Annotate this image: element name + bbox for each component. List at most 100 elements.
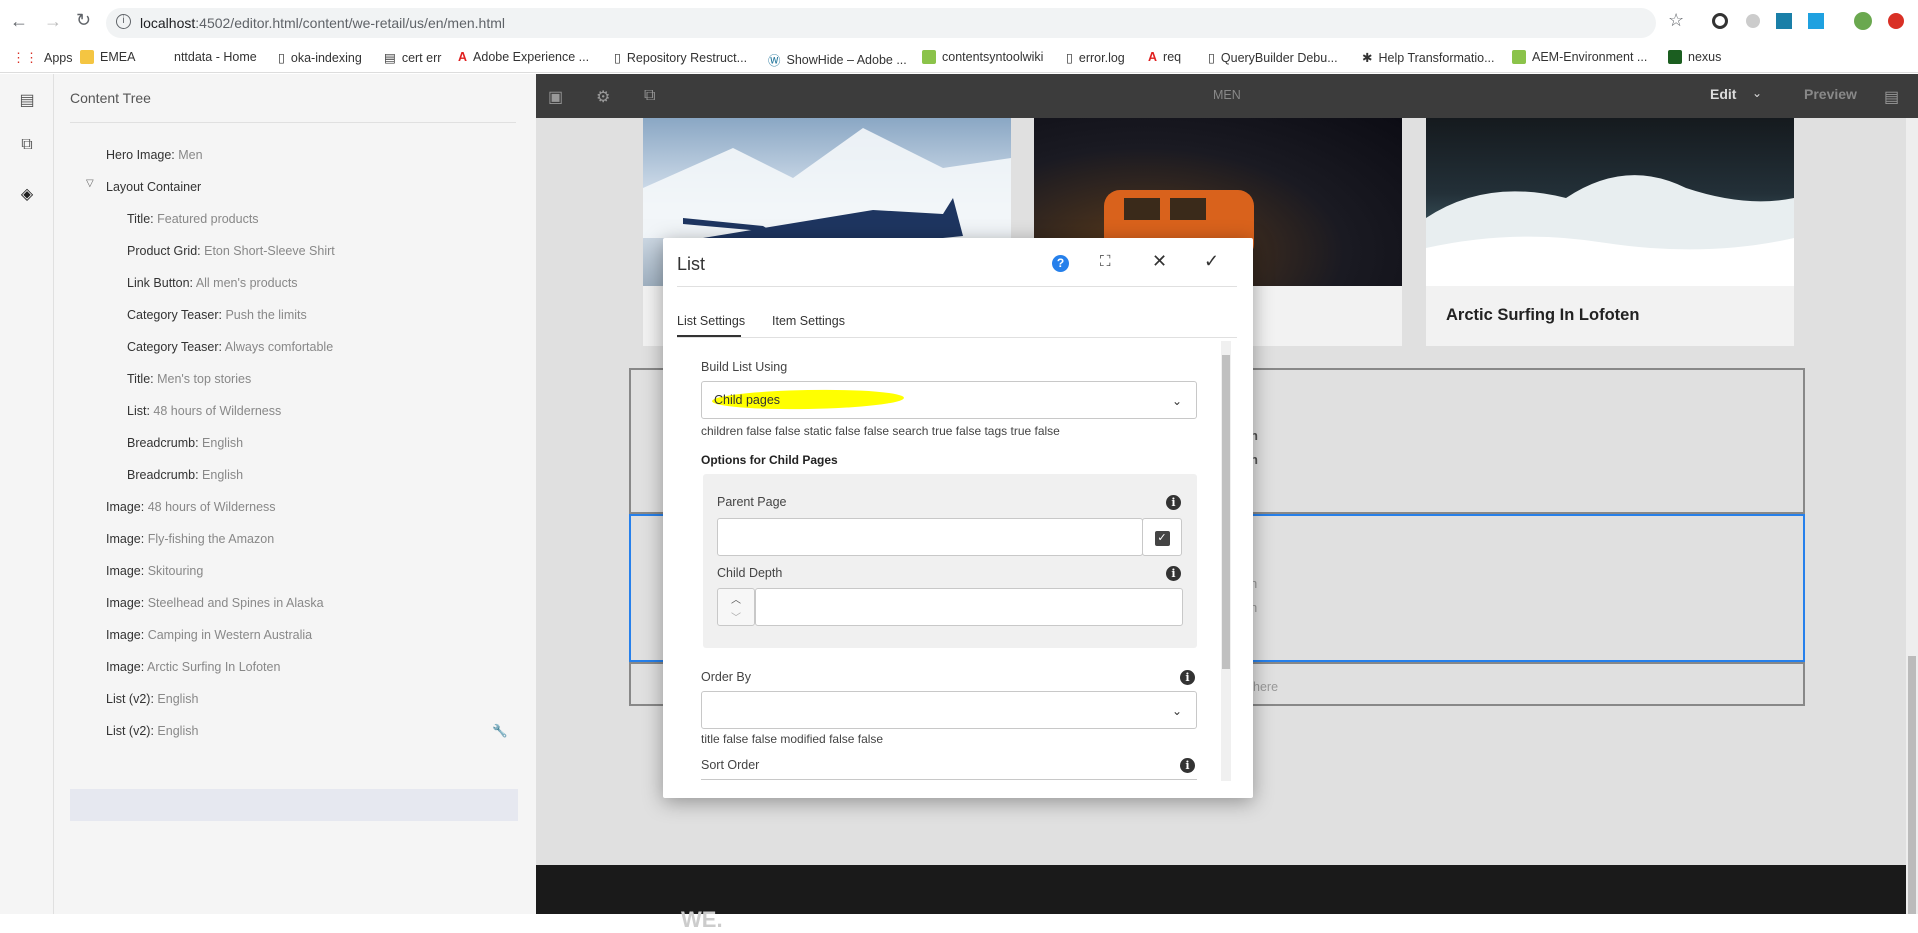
help-icon[interactable]: ? (1052, 255, 1069, 272)
tree-node[interactable]: Layout Container (106, 180, 201, 194)
surf-illustration (1426, 175, 1794, 286)
parent-page-input[interactable] (717, 518, 1143, 556)
chevron-down-icon[interactable]: ⌄ (1752, 86, 1762, 100)
bookmark-nexus[interactable]: nexus (1668, 50, 1721, 64)
properties-icon[interactable]: ⚙ (596, 87, 610, 107)
tree-node[interactable]: Image: 48 hours of Wilderness (106, 500, 276, 514)
bookmark-showhide[interactable]: Ⓦ ShowHide – Adobe ... (768, 50, 907, 69)
tree-node[interactable]: Image: Steelhead and Spines in Alaska (106, 596, 324, 610)
tab-divider (677, 337, 1237, 338)
tree-node[interactable]: Image: Fly-fishing the Amazon (106, 532, 274, 546)
avatar[interactable] (1854, 12, 1872, 30)
annotate-icon[interactable]: ▤ (1884, 87, 1899, 107)
preview-button[interactable]: Preview (1804, 86, 1857, 102)
divider (70, 122, 516, 123)
scroll-thumb[interactable] (1222, 355, 1230, 669)
tree-node[interactable]: Breadcrumb: English (127, 436, 243, 450)
bookmark-errorlog[interactable]: ▯ error.log (1066, 50, 1125, 66)
bookmark-req[interactable]: Areq (1148, 50, 1181, 64)
child-depth-label: Child Depth (717, 566, 783, 580)
extension-icon[interactable] (1776, 13, 1792, 29)
back-icon[interactable]: ← (10, 11, 28, 32)
tree-node[interactable]: Category Teaser: Always comfortable (127, 340, 333, 354)
tree-node[interactable]: Image: Skitouring (106, 564, 203, 578)
bookmark-help[interactable]: ✱ Help Transformatio... (1362, 50, 1495, 66)
bookmark-apps[interactable]: ⋮⋮ Apps (12, 50, 73, 66)
tree-node[interactable]: Category Teaser: Push the limits (127, 308, 307, 322)
info-icon[interactable]: i (1166, 495, 1181, 510)
sort-order-select[interactable] (701, 779, 1197, 789)
build-list-select[interactable]: Child pages ⌄ (701, 381, 1197, 419)
info-icon[interactable]: i (1180, 758, 1195, 773)
info-icon[interactable]: i (116, 14, 131, 29)
bookmark-contentsync[interactable]: contentsyntoolwiki (922, 50, 1043, 64)
emulator-icon[interactable]: ⧉ (644, 87, 655, 105)
tree-node[interactable]: Product Grid: Eton Short-Sleeve Shirt (127, 244, 335, 258)
browser-toolbar: ← → ↻ i localhost:4502/editor.html/conte… (0, 0, 1918, 45)
child-depth-input[interactable] (755, 588, 1183, 626)
tree-node[interactable]: Breadcrumb: English (127, 468, 243, 482)
chevron-down-icon: ⌄ (1171, 394, 1182, 408)
tree-node[interactable]: Title: Men's top stories (127, 372, 251, 386)
bookmark-nttdata[interactable]: nttdata - Home (174, 50, 257, 64)
close-icon[interactable]: ✕ (1152, 251, 1167, 272)
update-icon[interactable] (1888, 13, 1904, 29)
tab-list-settings[interactable]: List Settings (677, 314, 745, 328)
chevron-up-icon[interactable]: ︿ (731, 591, 741, 606)
tree-node[interactable]: Title: Featured products (127, 212, 259, 226)
adobe-icon: A (1148, 50, 1158, 64)
content-tree-panel: Content Tree Hero Image: Men ▽ Layout Co… (54, 74, 536, 914)
forward-icon[interactable]: → (44, 11, 62, 32)
add-component-icon[interactable]: ⧉ (17, 136, 37, 156)
mode-select[interactable]: Edit (1710, 86, 1736, 102)
tree-node[interactable]: List: 48 hours of Wilderness (127, 404, 281, 418)
info-icon[interactable]: i (1166, 566, 1181, 581)
child-pages-fieldset: Parent Page i ✓ Child Depth i ︿ ﹀ (703, 474, 1197, 648)
apps-grid-icon: ⋮⋮ (12, 50, 38, 65)
adobe-icon: A (458, 50, 468, 64)
done-icon[interactable]: ✓ (1204, 251, 1219, 272)
wrench-icon[interactable]: 🔧 (492, 724, 508, 739)
page-scrollbar[interactable] (1906, 118, 1918, 914)
page-icon: ▯ (278, 51, 285, 65)
bookmark-aem-env[interactable]: AEM-Environment ... (1512, 50, 1647, 64)
confluence-icon (1512, 50, 1526, 64)
bookmark-repo[interactable]: ▯ Repository Restruct... (614, 50, 747, 66)
page-info-icon[interactable]: ▤ (17, 90, 37, 110)
bookmark-cert[interactable]: ▤ cert err (384, 50, 441, 66)
chevron-down-icon[interactable]: ▽ (86, 178, 94, 189)
extension-icon[interactable] (1746, 14, 1760, 28)
bookmark-oka[interactable]: ▯ oka-indexing (278, 50, 362, 66)
parent-page-label: Parent Page (717, 495, 787, 509)
tree-node[interactable]: Image: Camping in Western Australia (106, 628, 312, 642)
tree-node[interactable]: Image: Arctic Surfing In Lofoten (106, 660, 280, 674)
card-title: Arctic Surfing In Lofoten (1446, 306, 1640, 324)
page-icon: ▯ (614, 51, 621, 65)
extension-icon[interactable] (1712, 13, 1728, 29)
depth-stepper[interactable]: ︿ ﹀ (717, 588, 755, 626)
side-panel-icon[interactable]: ▣ (548, 87, 563, 107)
info-icon[interactable]: i (1180, 670, 1195, 685)
article-card[interactable]: Arctic Surfing In Lofoten (1426, 118, 1794, 346)
tree-node[interactable]: Hero Image: Men (106, 148, 203, 162)
tab-item-settings[interactable]: Item Settings (772, 314, 845, 328)
sort-order-label: Sort Order (701, 758, 760, 772)
windows-icon[interactable] (1808, 13, 1824, 29)
tree-node[interactable]: Link Button: All men's products (127, 276, 298, 290)
chevron-down-icon[interactable]: ﹀ (731, 609, 741, 624)
active-tab-indicator (677, 335, 741, 337)
tree-node[interactable]: List (v2): English (106, 692, 198, 706)
reload-icon[interactable]: ↻ (76, 10, 91, 31)
wordpress-icon: Ⓦ (768, 54, 781, 68)
chevron-down-icon: ⌄ (1171, 704, 1182, 718)
bookmark-querybuilder[interactable]: ▯ QueryBuilder Debu... (1208, 50, 1338, 66)
fullscreen-icon[interactable]: ⛶ (1100, 253, 1111, 270)
star-icon[interactable]: ☆ (1668, 10, 1684, 31)
layers-icon[interactable]: ◈ (17, 184, 37, 204)
bookmark-adobe[interactable]: A Adobe Experience ... (458, 50, 589, 64)
path-browser-button[interactable]: ✓ (1142, 518, 1182, 556)
dialog-scrollbar[interactable] (1221, 341, 1231, 781)
bookmark-emea[interactable]: EMEA (80, 50, 135, 64)
order-by-select[interactable]: ⌄ (701, 691, 1197, 729)
tree-node[interactable]: List (v2): English (106, 724, 198, 738)
